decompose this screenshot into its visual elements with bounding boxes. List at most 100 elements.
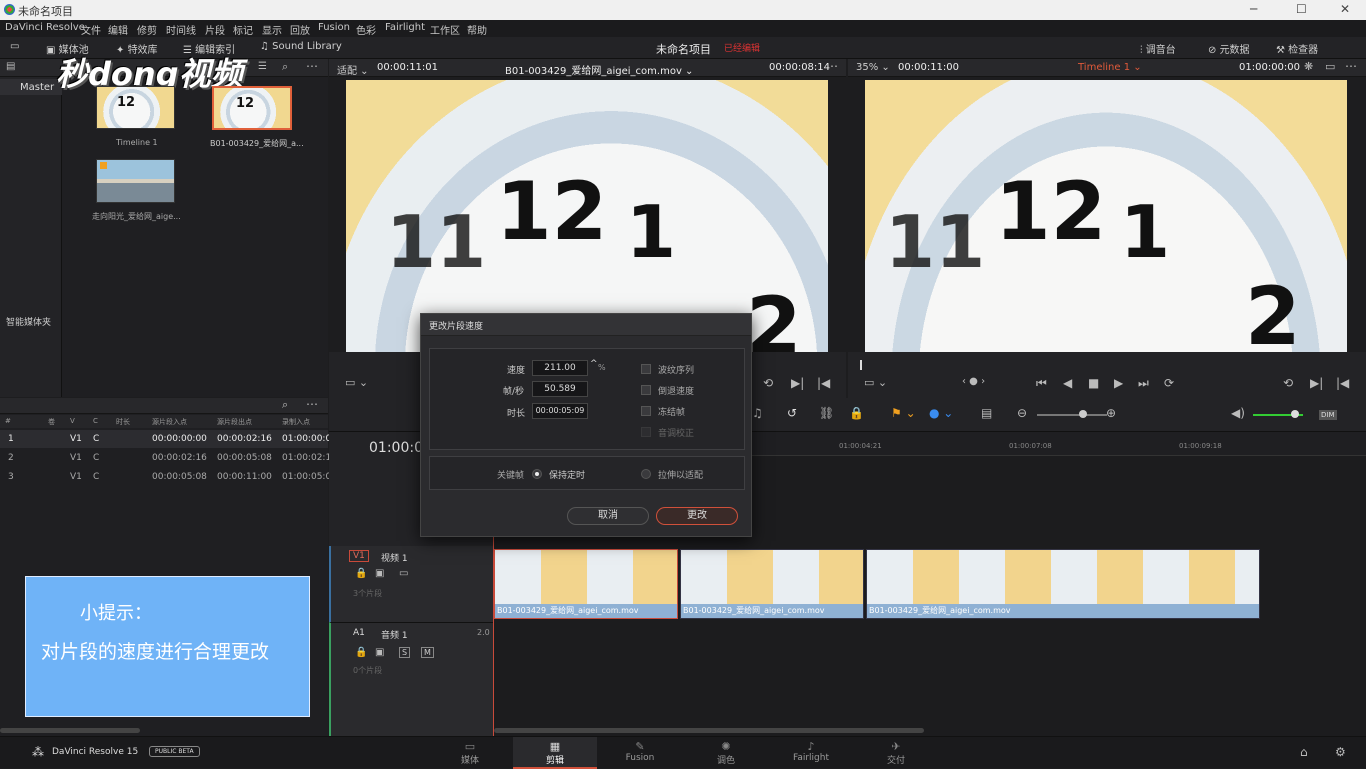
- clip-thumbnail-sunlight[interactable]: [96, 159, 175, 203]
- skip-end-icon[interactable]: ⏭: [1138, 376, 1149, 391]
- track-view-icon[interactable]: ▤: [981, 406, 992, 420]
- zoom-slider[interactable]: [1037, 414, 1107, 416]
- snapping-icon[interactable]: ↺: [787, 406, 797, 420]
- track-lock-icon[interactable]: 🔒: [355, 647, 367, 658]
- menu-resolve[interactable]: DaVinci Resolve: [5, 22, 85, 33]
- metadata-button[interactable]: ⊘ 元数据: [1208, 41, 1250, 56]
- mark-out-icon[interactable]: |◀: [1336, 376, 1349, 390]
- sound-library-button[interactable]: ♫ Sound Library: [260, 41, 342, 52]
- menu-color[interactable]: 色彩: [356, 22, 376, 37]
- freeze-frame-checkbox[interactable]: [641, 406, 651, 416]
- mark-out-icon[interactable]: |◀: [817, 376, 830, 390]
- tab-deliver[interactable]: ✈ 交付: [856, 740, 936, 766]
- tab-fairlight[interactable]: ♪ Fairlight: [771, 740, 851, 763]
- menu-clip[interactable]: 片段: [205, 22, 225, 37]
- menu-mark[interactable]: 标记: [233, 22, 253, 37]
- playhead-marker[interactable]: [860, 360, 862, 370]
- monitor-icon[interactable]: ▭: [10, 41, 19, 52]
- inspector-button[interactable]: ⚒ 检查器: [1276, 41, 1318, 56]
- menu-file[interactable]: 文件: [81, 22, 101, 37]
- source-clip-name[interactable]: B01-003429_爱给网_aigei_com.mov ⌄: [505, 62, 693, 77]
- stop-icon[interactable]: ■: [1088, 376, 1099, 390]
- track-enable-icon[interactable]: ▭: [399, 568, 408, 579]
- duration-input[interactable]: 00:00:05:09: [532, 403, 588, 419]
- play-reverse-icon[interactable]: ◀: [1063, 376, 1072, 390]
- timeline-clip[interactable]: B01-003429_爱给网_aigei_com.mov: [494, 549, 678, 619]
- menu-workspace[interactable]: 工作区: [430, 22, 460, 37]
- reverse-speed-checkbox[interactable]: [641, 385, 651, 395]
- menu-playback[interactable]: 回放: [290, 22, 310, 37]
- timeline-scrollbar[interactable]: [494, 728, 924, 733]
- match-frame-icon[interactable]: ⟲: [1283, 376, 1293, 390]
- settings-icon[interactable]: ⚙: [1335, 745, 1346, 759]
- stretch-to-fit-radio[interactable]: [641, 469, 651, 479]
- menu-edit[interactable]: 编辑: [108, 22, 128, 37]
- change-button[interactable]: 更改: [656, 507, 738, 525]
- menu-fairlight[interactable]: Fairlight: [385, 22, 425, 33]
- maximize-icon[interactable]: ☐: [1296, 2, 1307, 16]
- mute-button[interactable]: M: [421, 647, 434, 658]
- timeline-thumbnail[interactable]: 12: [96, 86, 175, 129]
- timeline-clip[interactable]: B01-003429_爱给网_aigei_com.mov: [866, 549, 1260, 619]
- bin-master[interactable]: Master: [0, 79, 62, 95]
- marker-icon[interactable]: ● ⌄: [929, 406, 953, 420]
- timeline-zoom[interactable]: 35% ⌄: [856, 62, 890, 73]
- audio-track-name[interactable]: 音频 1: [381, 628, 408, 641]
- loop-icon[interactable]: ⟲: [763, 376, 773, 390]
- menu-fusion[interactable]: Fusion: [318, 22, 350, 33]
- source-more-icon[interactable]: ⋯: [826, 59, 838, 73]
- speed-stepper-icon[interactable]: ^: [590, 359, 598, 369]
- loop-playback-icon[interactable]: ⟳: [1164, 376, 1174, 390]
- edit-index-scrollbar[interactable]: [0, 728, 140, 733]
- mixer-button[interactable]: ⫶ 调音台: [1140, 41, 1176, 56]
- more-options-icon[interactable]: ⋯: [306, 59, 318, 73]
- viewer-mode-icon[interactable]: ▭: [1325, 60, 1335, 73]
- nav-icon[interactable]: ‹ ● ›: [962, 376, 985, 387]
- source-zoom[interactable]: 适配 ⌄: [337, 62, 369, 77]
- tab-color[interactable]: ✺ 调色: [686, 740, 766, 766]
- track-lock-icon[interactable]: 🔒: [355, 568, 367, 579]
- search-icon[interactable]: ⌕: [282, 60, 288, 74]
- timeline-viewer-name[interactable]: Timeline 1 ⌄: [1078, 62, 1142, 73]
- tab-edit[interactable]: ▦ 剪辑: [515, 740, 595, 766]
- viewer-options-icon[interactable]: ▭ ⌄: [864, 376, 887, 389]
- zoom-in-icon[interactable]: ⊕: [1106, 406, 1116, 420]
- cancel-button[interactable]: 取消: [567, 507, 649, 525]
- zoom-slider-handle[interactable]: [1079, 410, 1087, 418]
- skip-start-icon[interactable]: ⏮: [1036, 376, 1047, 391]
- color-icon[interactable]: ❋: [1304, 60, 1313, 73]
- menu-trim[interactable]: 修剪: [137, 22, 157, 37]
- video-track-name[interactable]: 视频 1: [381, 551, 408, 564]
- view-options-icon[interactable]: ▭ ⌄: [345, 376, 368, 389]
- table-row[interactable]: 3 V1 C 00:00:05:08 00:00:11:00 01:00:05:…: [0, 468, 337, 486]
- pitch-correction-checkbox[interactable]: [641, 427, 651, 437]
- timeline-viewer[interactable]: 12 1 11 2: [865, 80, 1347, 352]
- timeline-more-icon[interactable]: ⋯: [1345, 59, 1357, 73]
- menu-help[interactable]: 帮助: [467, 22, 487, 37]
- audio-track-id[interactable]: A1: [353, 628, 365, 638]
- video-track-id[interactable]: V1: [349, 550, 369, 562]
- ripple-sequence-checkbox[interactable]: [641, 364, 651, 374]
- close-icon[interactable]: ✕: [1340, 2, 1350, 16]
- tab-media[interactable]: ▭ 媒体: [430, 740, 510, 766]
- fps-input[interactable]: 50.589: [532, 381, 588, 397]
- clip-thumbnail-selected[interactable]: 12: [212, 86, 292, 130]
- play-icon[interactable]: ▶: [1114, 376, 1123, 390]
- flag-icon[interactable]: ⚑ ⌄: [891, 406, 916, 420]
- table-row[interactable]: 1 V1 C 00:00:00:00 00:00:02:16 01:00:00:…: [0, 430, 337, 448]
- zoom-out-icon[interactable]: ⊖: [1017, 406, 1027, 420]
- minimize-icon[interactable]: ─: [1250, 2, 1257, 16]
- search-icon[interactable]: ⌕: [282, 398, 288, 412]
- mark-in-icon[interactable]: ▶|: [791, 376, 804, 390]
- mark-in-icon[interactable]: ▶|: [1310, 376, 1323, 390]
- solo-button[interactable]: S: [399, 647, 411, 658]
- auto-select-icon[interactable]: ▣: [375, 647, 384, 658]
- menu-view[interactable]: 显示: [262, 22, 282, 37]
- menu-timeline[interactable]: 时间线: [166, 22, 196, 37]
- keep-timing-radio[interactable]: [532, 469, 542, 479]
- auto-select-icon[interactable]: ▣: [375, 568, 384, 579]
- home-icon[interactable]: ⌂: [1300, 745, 1308, 759]
- lock-icon[interactable]: 🔒: [849, 406, 864, 420]
- audio-icon[interactable]: ♫: [752, 406, 763, 420]
- list-view-icon[interactable]: ☰: [258, 61, 267, 72]
